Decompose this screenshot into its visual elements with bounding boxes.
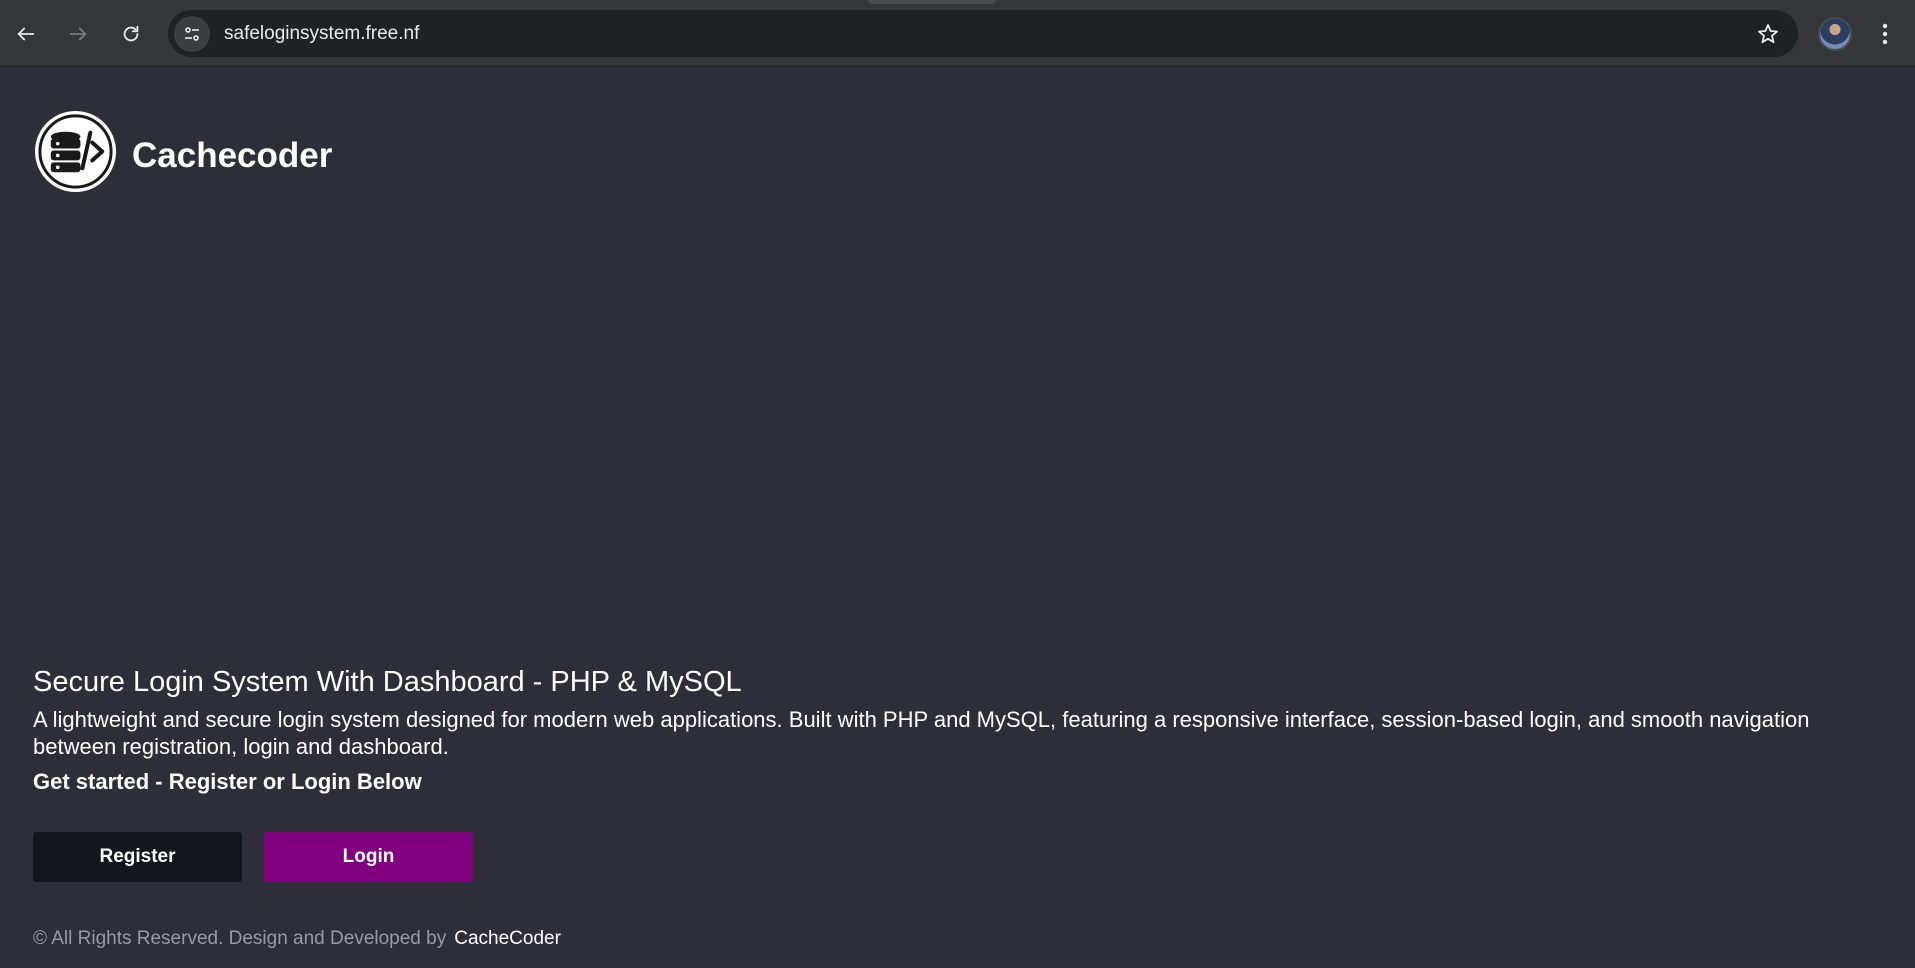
profile-avatar[interactable] [1818, 17, 1852, 51]
register-button[interactable]: Register [33, 832, 242, 882]
hero-section: Secure Login System With Dashboard - PHP… [33, 664, 1883, 950]
tab-strip-edge [868, 0, 996, 4]
arrow-left-icon [17, 27, 35, 41]
copyright-text: © All Rights Reserved. Design and Develo… [33, 928, 447, 949]
footer: © All Rights Reserved. Design and Develo… [33, 928, 1883, 950]
page-body: Cachecoder Secure Login System With Dash… [0, 68, 1915, 968]
forward-button[interactable] [60, 16, 96, 52]
hero-description: A lightweight and secure login system de… [33, 707, 1810, 759]
browser-menu-button[interactable] [1870, 16, 1900, 52]
address-bar[interactable]: safeloginsystem.free.nf [168, 10, 1798, 57]
call-to-action-text: Get started - Register or Login Below [33, 769, 422, 794]
url-text[interactable]: safeloginsystem.free.nf [224, 23, 419, 45]
star-icon [1758, 24, 1778, 44]
brand-header[interactable]: Cachecoder [33, 109, 332, 194]
site-info-button[interactable] [174, 15, 210, 52]
reload-icon [123, 25, 139, 42]
browser-toolbar: safeloginsystem.free.nf [0, 0, 1915, 67]
back-button[interactable] [8, 16, 44, 52]
login-button[interactable]: Login [264, 832, 473, 882]
reload-button[interactable] [113, 16, 149, 52]
tune-icon [185, 26, 199, 41]
page-title: Secure Login System With Dashboard - PHP… [33, 666, 742, 698]
kebab-menu-icon [1882, 23, 1888, 45]
bookmark-button[interactable] [1750, 16, 1786, 52]
auth-buttons: Register Login [33, 832, 1883, 882]
database-code-icon [34, 110, 117, 193]
brand-name[interactable]: Cachecoder [132, 136, 332, 176]
arrow-right-icon [69, 27, 87, 41]
author-link[interactable]: CacheCoder [454, 928, 561, 949]
